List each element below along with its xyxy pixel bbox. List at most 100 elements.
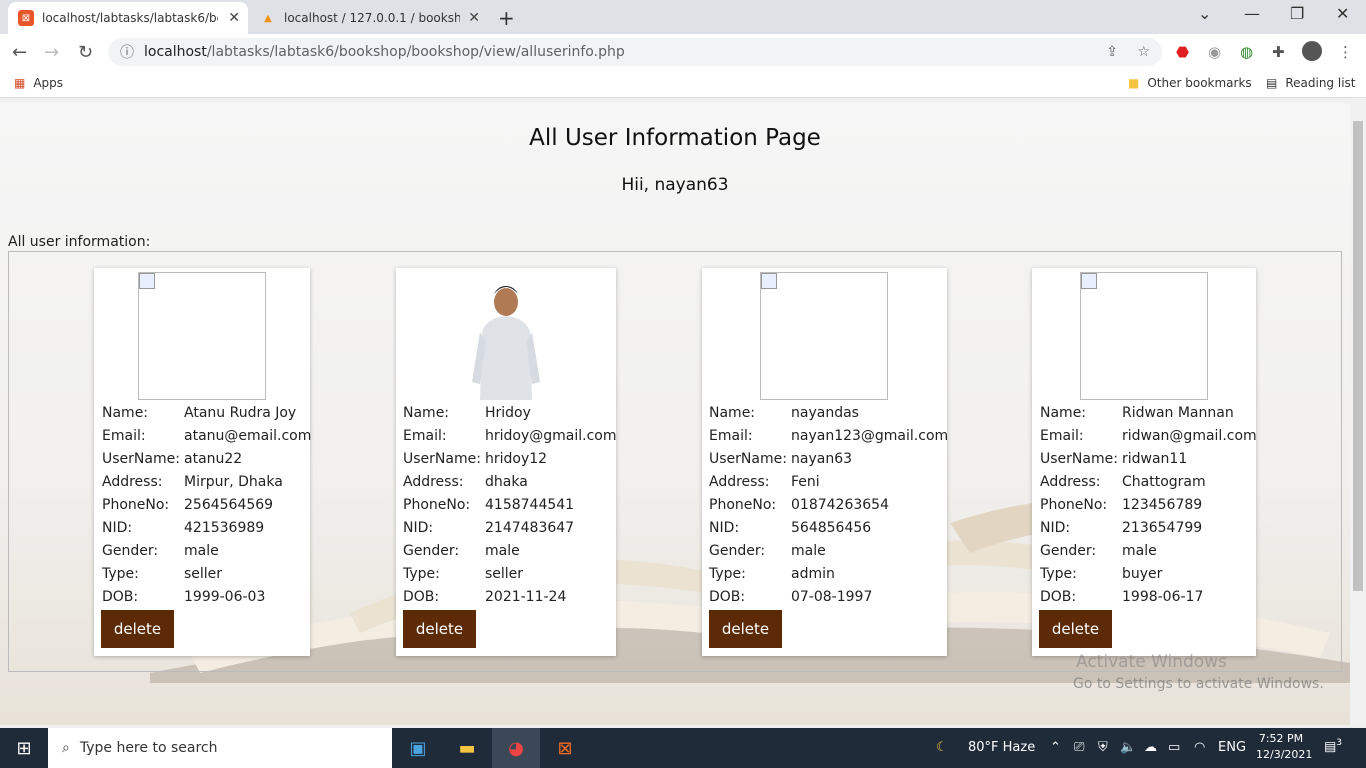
- folder-icon: ■: [1128, 76, 1140, 90]
- greeting: Hii, nayan63: [621, 175, 729, 195]
- user-dob: 1999-06-03: [184, 589, 266, 605]
- window-close-icon[interactable]: ✕: [1336, 4, 1349, 23]
- user-photo: [138, 272, 266, 400]
- phpmyadmin-icon: ▲: [264, 12, 272, 24]
- user-photo: [1080, 272, 1208, 400]
- tab-bar: ⊠ localhost/labtasks/labtask6/book ✕ ▲ l…: [0, 0, 1366, 34]
- broken-image-icon: [761, 273, 777, 289]
- clock[interactable]: 7:52 PM 12/3/2021: [1256, 731, 1312, 763]
- user-address: Mirpur, Dhaka: [184, 474, 283, 490]
- close-icon[interactable]: ✕: [228, 10, 240, 26]
- avatar[interactable]: [1302, 41, 1322, 61]
- notification-icon[interactable]: ▤3: [1324, 738, 1342, 754]
- shield-icon[interactable]: ⛨: [1098, 740, 1108, 755]
- windows-taskbar: ⊞ ⌕ Type here to search ▣ ▬ ◕ ⊠ ☾ 80°F H…: [0, 728, 1366, 768]
- user-gender: male: [1122, 543, 1157, 559]
- delete-button[interactable]: delete: [403, 610, 476, 648]
- weather-icon[interactable]: ☾: [936, 740, 948, 755]
- delete-button[interactable]: delete: [101, 610, 174, 648]
- menu-icon[interactable]: ⋮: [1338, 43, 1353, 61]
- activate-windows-hint: Go to Settings to activate Windows.: [1073, 676, 1324, 692]
- delete-button[interactable]: delete: [1039, 610, 1112, 648]
- user-gender: male: [485, 543, 520, 559]
- user-gender: male: [184, 543, 219, 559]
- apps-grid-icon: ▦: [14, 76, 26, 90]
- user-photo: [472, 286, 540, 400]
- page-scrollbar[interactable]: [1350, 103, 1366, 725]
- tab-phpmyadmin[interactable]: ▲ localhost / 127.0.0.1 / bookshop ✕: [250, 2, 488, 34]
- tab-alluserinfo[interactable]: ⊠ localhost/labtasks/labtask6/book ✕: [8, 2, 248, 34]
- user-email: ridwan@gmail.com: [1122, 428, 1257, 444]
- user-card: Name: Atanu Rudra Joy Email: atanu@email.c…: [94, 268, 312, 656]
- minimize-icon[interactable]: —: [1244, 4, 1260, 23]
- wifi-icon[interactable]: ◠: [1194, 740, 1205, 755]
- user-phone: 2564564569: [184, 497, 274, 513]
- weather-text[interactable]: 80°F Haze: [968, 740, 1035, 755]
- user-type: seller: [184, 566, 223, 582]
- bookmarks-bar: ▦ Apps ■ Other bookmarks ▤ Reading list: [0, 70, 1366, 98]
- user-card: Name: Hridoy Email: hridoy@gmail.com UserN…: [396, 268, 617, 656]
- search-icon: ⌕: [62, 740, 70, 756]
- puzzle-icon[interactable]: ✚: [1272, 43, 1285, 61]
- user-phone: 123456789: [1122, 497, 1203, 513]
- new-tab-icon[interactable]: +: [498, 6, 515, 30]
- user-email: nayan123@gmail.com: [791, 428, 949, 444]
- xampp-icon: ⊠: [18, 10, 34, 26]
- store-icon[interactable]: ▣: [394, 728, 442, 768]
- scrollbar-thumb[interactable]: [1353, 121, 1363, 591]
- forward-icon[interactable]: →: [44, 42, 59, 63]
- user-photo: [760, 272, 888, 400]
- extension-compass-icon[interactable]: ◉: [1208, 43, 1221, 61]
- user-email: atanu@email.com: [184, 428, 312, 444]
- user-name: Ridwan Mannan: [1122, 405, 1234, 421]
- xampp-taskbar-icon[interactable]: ⊠: [541, 728, 589, 768]
- browser-toolbar: ← → ↻ ⓘ localhost/labtasks/labtask6/book…: [0, 34, 1366, 70]
- delete-button[interactable]: delete: [709, 610, 782, 648]
- user-address: dhaka: [485, 474, 528, 490]
- user-card: Name: nayandas Email: nayan123@gmail.com U…: [702, 268, 949, 656]
- broken-image-icon: [139, 273, 155, 289]
- user-nid: 2147483647: [485, 520, 575, 536]
- extension-globe-icon[interactable]: ◍: [1240, 43, 1253, 61]
- cloud-icon[interactable]: ☁: [1144, 740, 1157, 755]
- chrome-icon[interactable]: ◕: [492, 728, 540, 768]
- user-username: hridoy12: [485, 451, 548, 467]
- reload-icon[interactable]: ↻: [78, 42, 93, 63]
- user-dob: 1998-06-17: [1122, 589, 1204, 605]
- user-dob: 2021-11-24: [485, 589, 567, 605]
- user-type: buyer: [1122, 566, 1163, 582]
- volume-icon[interactable]: 🔈: [1120, 740, 1136, 755]
- meet-icon[interactable]: ⎚: [1074, 740, 1084, 755]
- user-gender: male: [791, 543, 826, 559]
- chevron-up-icon[interactable]: ⌃: [1050, 740, 1061, 755]
- language-indicator[interactable]: ENG: [1218, 740, 1246, 755]
- user-type: admin: [791, 566, 835, 582]
- page-content: All User Information Page Hii, nayan63 A…: [0, 103, 1350, 725]
- user-username: atanu22: [184, 451, 243, 467]
- star-icon[interactable]: ☆: [1137, 44, 1150, 60]
- user-type: seller: [485, 566, 524, 582]
- user-username: ridwan11: [1122, 451, 1188, 467]
- restore-icon[interactable]: ❐: [1290, 4, 1304, 23]
- user-email: hridoy@gmail.com: [485, 428, 617, 444]
- chevron-down-icon[interactable]: ⌄: [1198, 4, 1211, 23]
- reading-list-icon: ▤: [1266, 76, 1278, 90]
- info-icon: ⓘ: [120, 45, 134, 61]
- user-username: nayan63: [791, 451, 853, 467]
- file-explorer-icon[interactable]: ▬: [443, 728, 491, 768]
- page-title: All User Information Page: [529, 125, 821, 151]
- back-icon[interactable]: ←: [12, 42, 27, 63]
- other-bookmarks[interactable]: ■ Other bookmarks: [1128, 76, 1252, 90]
- broken-image-icon: [1081, 273, 1097, 289]
- user-phone: 4158744541: [485, 497, 575, 513]
- extension-stop-icon[interactable]: ⬣: [1176, 43, 1189, 61]
- windows-start-icon[interactable]: ⊞: [0, 728, 48, 768]
- close-icon[interactable]: ✕: [468, 10, 480, 26]
- share-icon[interactable]: ⇪: [1106, 44, 1118, 60]
- reading-list[interactable]: ▤ Reading list: [1266, 76, 1356, 90]
- apps-bookmark[interactable]: ▦ Apps: [14, 76, 63, 90]
- user-card: Name: Ridwan Mannan Email: ridwan@gmail.co…: [1032, 268, 1257, 656]
- address-bar[interactable]: ⓘ localhost/labtasks/labtask6/bookshop/b…: [108, 38, 1162, 66]
- battery-icon[interactable]: ▭: [1168, 740, 1180, 755]
- taskbar-search[interactable]: ⌕ Type here to search: [48, 728, 392, 768]
